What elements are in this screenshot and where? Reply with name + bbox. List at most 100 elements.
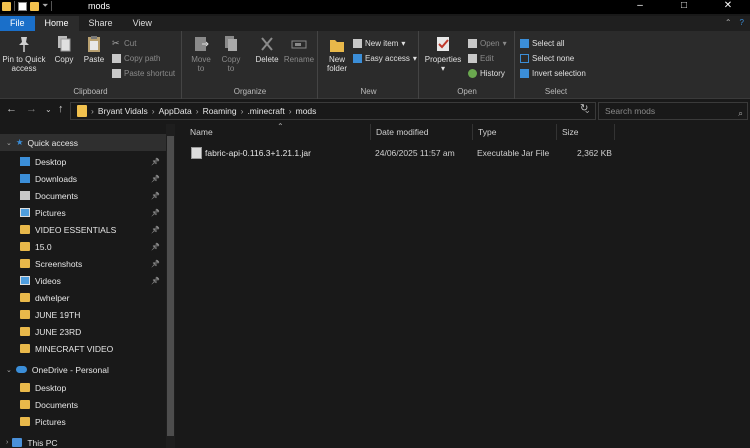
paste-shortcut-label: Paste shortcut bbox=[124, 69, 176, 78]
clipboard-group-label: Clipboard bbox=[73, 87, 108, 96]
pin-icon[interactable]: 📌 bbox=[151, 158, 160, 166]
file-name: fabric-api-0.116.3+1.21.1.jar bbox=[205, 148, 311, 158]
close-button[interactable]: ✕ bbox=[706, 0, 750, 14]
breadcrumb-item[interactable]: Roaming bbox=[203, 106, 237, 116]
nav-onedrive-desktop[interactable]: Desktop bbox=[0, 379, 166, 396]
invert-selection-button[interactable]: Invert selection bbox=[520, 69, 586, 78]
nav-label: OneDrive - Personal bbox=[31, 364, 109, 375]
column-header-size[interactable]: Size bbox=[557, 124, 615, 140]
pin-icon[interactable]: 📌 bbox=[151, 226, 160, 234]
maximize-button[interactable]: □ bbox=[662, 0, 706, 14]
nav-scrollbar[interactable] bbox=[166, 124, 175, 448]
column-header-type[interactable]: Type bbox=[473, 124, 557, 140]
rename-icon bbox=[291, 40, 307, 49]
address-bar[interactable]: › Bryant Vidals › AppData › Roaming › .m… bbox=[70, 102, 596, 120]
breadcrumb-item[interactable]: Bryant Vidals bbox=[98, 106, 148, 116]
cut-button[interactable]: ✂ Cut bbox=[112, 39, 136, 49]
pin-icon[interactable]: 📌 bbox=[151, 243, 160, 251]
column-header-date[interactable]: Date modified bbox=[371, 124, 473, 140]
nav-label: JUNE 23RD bbox=[35, 326, 82, 337]
history-button[interactable]: History bbox=[468, 69, 505, 78]
pin-icon[interactable]: 📌 bbox=[151, 277, 160, 285]
customize-toolbar-icon[interactable]: ⏷ bbox=[42, 1, 48, 11]
nav-item[interactable]: Pictures 📌 bbox=[0, 204, 166, 221]
copy-to-button[interactable]: Copy to bbox=[217, 35, 245, 73]
pin-icon[interactable]: 📌 bbox=[151, 192, 160, 200]
open-button[interactable]: Open ▾ bbox=[468, 39, 507, 48]
new-folder-button[interactable]: New folder bbox=[323, 35, 351, 73]
nav-item[interactable]: Documents 📌 bbox=[0, 187, 166, 204]
up-arrow-icon[interactable]: ↑ bbox=[58, 103, 64, 115]
nav-quick-access[interactable]: ⌄ ★ Quick access bbox=[0, 134, 166, 151]
tab-view[interactable]: View bbox=[123, 16, 162, 31]
folder-icon bbox=[20, 276, 30, 285]
address-row: ← → ⌄ ↑ › Bryant Vidals › AppData › Roam… bbox=[0, 100, 750, 122]
edit-button[interactable]: Edit bbox=[468, 54, 494, 63]
new-group-label: New bbox=[360, 87, 377, 96]
nav-item[interactable]: VIDEO ESSENTIALS 📌 bbox=[0, 221, 166, 238]
nav-item[interactable]: Videos 📌 bbox=[0, 272, 166, 289]
nav-label: Videos bbox=[35, 275, 61, 286]
collapse-ribbon-icon[interactable]: ⌃ bbox=[725, 18, 732, 27]
expand-icon[interactable]: › bbox=[6, 439, 8, 446]
nav-label: Desktop bbox=[35, 156, 67, 167]
expand-icon[interactable]: ⌄ bbox=[6, 366, 12, 374]
nav-item[interactable]: Downloads 📌 bbox=[0, 170, 166, 187]
search-input[interactable]: Search mods ⌕ bbox=[598, 102, 748, 120]
nav-onedrive[interactable]: ⌄ OneDrive - Personal bbox=[0, 361, 166, 378]
copy-button[interactable]: Copy bbox=[50, 35, 78, 64]
breadcrumb-item[interactable]: AppData bbox=[159, 106, 192, 116]
table-row[interactable]: fabric-api-0.116.3+1.21.1.jar 24/06/2025… bbox=[185, 145, 625, 161]
nav-item[interactable]: dwhelper bbox=[0, 289, 166, 306]
folder-icon bbox=[20, 327, 30, 336]
select-all-button[interactable]: Select all bbox=[520, 39, 564, 48]
rename-button[interactable]: Rename bbox=[283, 35, 315, 64]
move-to-button[interactable]: Move to bbox=[187, 35, 215, 73]
paste-shortcut-button[interactable]: Paste shortcut bbox=[112, 69, 175, 78]
paste-icon bbox=[88, 36, 100, 52]
paste-button[interactable]: Paste bbox=[80, 35, 108, 64]
select-none-label: Select none bbox=[532, 54, 575, 63]
select-none-button[interactable]: Select none bbox=[520, 54, 574, 63]
nav-onedrive-pictures[interactable]: Pictures bbox=[0, 413, 166, 430]
forward-arrow-icon[interactable]: → bbox=[26, 103, 37, 115]
copy-path-button[interactable]: Copy path bbox=[112, 54, 160, 63]
nav-label: JUNE 19TH bbox=[35, 309, 81, 320]
nav-item[interactable]: Desktop 📌 bbox=[0, 153, 166, 170]
new-item-icon bbox=[353, 39, 362, 48]
new-item-button[interactable]: New item ▾ bbox=[353, 39, 405, 48]
nav-item[interactable]: JUNE 19TH bbox=[0, 306, 166, 323]
column-header-name[interactable]: Name bbox=[185, 124, 371, 140]
tab-home[interactable]: Home bbox=[34, 16, 79, 31]
back-arrow-icon[interactable]: ← bbox=[6, 103, 17, 115]
nav-this-pc[interactable]: › This PC bbox=[0, 434, 166, 448]
pin-icon[interactable]: 📌 bbox=[151, 175, 160, 183]
breadcrumb-item[interactable]: mods bbox=[296, 106, 317, 116]
nav-item[interactable]: MINECRAFT VIDEO bbox=[0, 340, 166, 357]
easy-access-button[interactable]: Easy access ▾ bbox=[353, 54, 417, 63]
nav-onedrive-documents[interactable]: Documents bbox=[0, 396, 166, 413]
easy-access-label: Easy access bbox=[365, 54, 410, 63]
nav-item[interactable]: JUNE 23RD bbox=[0, 323, 166, 340]
tab-file[interactable]: File bbox=[0, 16, 35, 31]
refresh-icon[interactable]: ↻ bbox=[580, 103, 588, 114]
nav-item[interactable]: Screenshots 📌 bbox=[0, 255, 166, 272]
delete-button[interactable]: Delete bbox=[253, 35, 281, 64]
minimize-button[interactable]: – bbox=[618, 0, 662, 14]
nav-item[interactable]: 15.0 📌 bbox=[0, 238, 166, 255]
pin-to-quick-access-button[interactable]: Pin to Quick access bbox=[2, 35, 46, 73]
breadcrumb-item[interactable]: .minecraft bbox=[247, 106, 284, 116]
history-icon bbox=[468, 69, 477, 78]
pin-icon[interactable]: 📌 bbox=[151, 260, 160, 268]
properties-icon[interactable] bbox=[18, 1, 27, 11]
pin-icon[interactable]: 📌 bbox=[151, 209, 160, 217]
scroll-thumb[interactable] bbox=[167, 136, 174, 436]
properties-button[interactable]: Properties ▾ bbox=[424, 35, 462, 73]
new-group: New folder New item ▾ Easy access ▾ New bbox=[319, 31, 419, 99]
help-icon[interactable]: ? bbox=[740, 18, 744, 27]
expand-icon[interactable]: ⌄ bbox=[6, 139, 12, 147]
tab-share[interactable]: Share bbox=[79, 16, 123, 31]
recent-locations-icon[interactable]: ⌄ bbox=[45, 105, 52, 114]
new-folder-icon[interactable] bbox=[30, 1, 39, 11]
nav-label: Documents bbox=[35, 190, 78, 201]
